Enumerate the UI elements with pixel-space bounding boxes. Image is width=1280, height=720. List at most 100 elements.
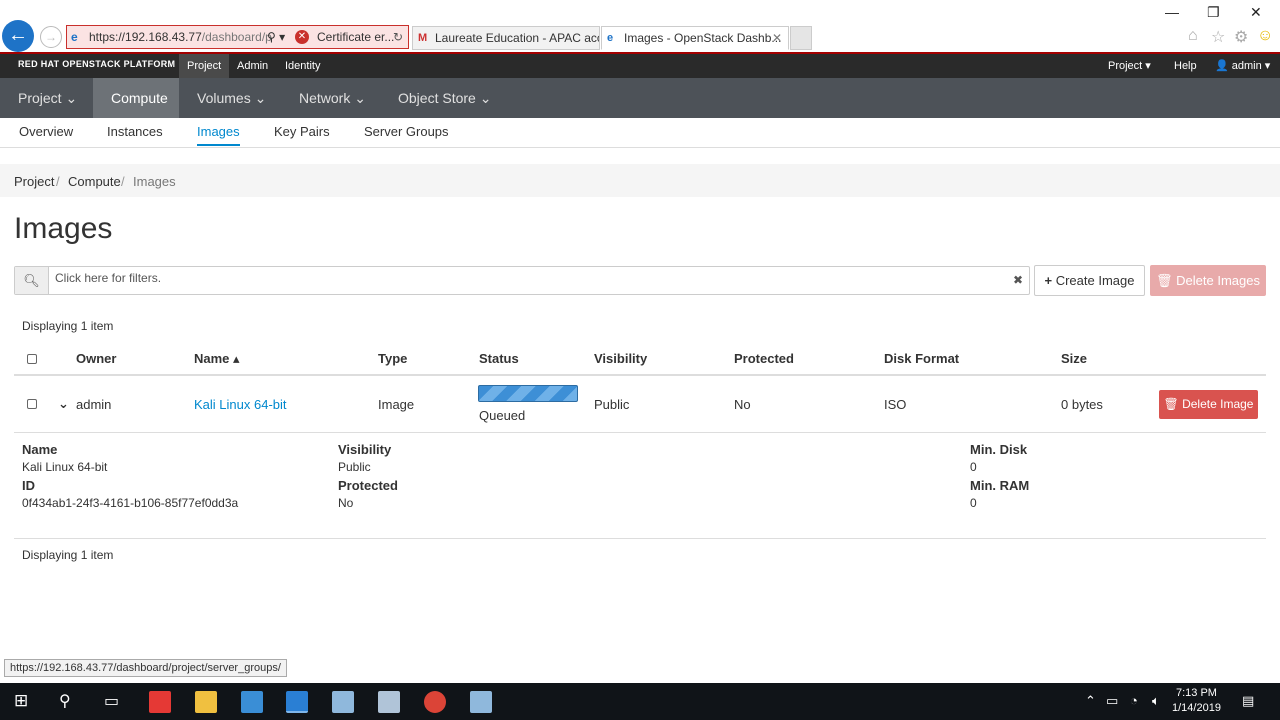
back-button-icon[interactable]: ← bbox=[2, 20, 34, 52]
refresh-icon[interactable]: ↻ bbox=[393, 26, 403, 48]
detail-protected-value: No bbox=[338, 496, 354, 510]
row-visibility: Public bbox=[594, 397, 630, 412]
tab-instances[interactable]: Instances bbox=[107, 124, 163, 139]
windows-start-icon[interactable]: ⊞ bbox=[14, 691, 28, 711]
smiley-feedback-icon[interactable]: ☺ bbox=[1257, 27, 1273, 45]
nav-object-store[interactable]: Object Store ⌄ bbox=[380, 78, 509, 118]
windows-taskbar: ⊞ ⚲ ▭ ⌃ ▭ ◔ 🔈︎ 7:13 PM 1/14/2019 ▤ bbox=[0, 683, 1280, 720]
nav-volumes[interactable]: Volumes ⌄ bbox=[179, 78, 284, 118]
row-type: Image bbox=[378, 397, 415, 412]
detail-visibility-label: Visibility bbox=[338, 442, 392, 457]
internet-explorer-icon[interactable] bbox=[286, 691, 308, 713]
table-row: ⌄ admin Kali Linux 64-bit Image Queued P… bbox=[14, 377, 1266, 433]
breadcrumb-compute[interactable]: Compute bbox=[68, 174, 121, 189]
app-folder-icon[interactable] bbox=[241, 691, 263, 713]
clock-date: 1/14/2019 bbox=[1172, 702, 1221, 714]
detail-id-value: 0f434ab1-24f3-4161-b106-85f77ef0dd3a bbox=[22, 496, 239, 510]
browser-tab-images[interactable]: e Images - OpenStack Dashb... ✕ bbox=[601, 26, 789, 50]
col-owner[interactable]: Owner bbox=[76, 351, 116, 366]
primary-nav: Project ⌄ Compute Volumes ⌄ Network ⌄ Ob… bbox=[0, 78, 1280, 118]
col-name[interactable]: Name ▴ bbox=[194, 351, 240, 367]
certificate-error-label[interactable]: Certificate er... bbox=[317, 26, 394, 48]
user-menu[interactable]: 👤 admin ▾ bbox=[1207, 54, 1278, 78]
item-count-footer: Displaying 1 item bbox=[22, 548, 114, 562]
tray-chevron-icon[interactable]: ⌃ bbox=[1085, 693, 1096, 709]
topnav-identity[interactable]: Identity bbox=[277, 54, 328, 78]
close-tab-icon[interactable]: ✕ bbox=[772, 27, 782, 49]
delete-image-button[interactable]: 🗑 Delete Image bbox=[1159, 390, 1258, 419]
breadcrumb-separator: / bbox=[56, 174, 60, 189]
row-name-link[interactable]: Kali Linux 64-bit bbox=[194, 397, 287, 412]
filter-input[interactable]: Click here for filters. bbox=[55, 267, 161, 294]
favorites-star-icon[interactable]: ☆ bbox=[1211, 27, 1225, 47]
browser-tab-gmail[interactable]: M Laureate Education - APAC acc... bbox=[412, 26, 600, 50]
row-size: 0 bytes bbox=[1061, 397, 1103, 412]
tab-server-groups[interactable]: Server Groups bbox=[364, 124, 449, 139]
project-dropdown[interactable]: Project ▾ bbox=[1100, 54, 1159, 78]
delete-images-button[interactable]: 🗑 Delete Images bbox=[1150, 265, 1266, 296]
brand-logo: RED HAT OPENSTACK PLATFORM bbox=[18, 59, 176, 69]
detail-min-ram-value: 0 bbox=[970, 496, 977, 510]
browser-status-bar: https://192.168.43.77/dashboard/project/… bbox=[4, 659, 287, 677]
nav-network[interactable]: Network ⌄ bbox=[281, 78, 384, 118]
close-window-icon[interactable]: ✕ bbox=[1250, 4, 1262, 21]
col-visibility[interactable]: Visibility bbox=[594, 351, 647, 366]
nav-project[interactable]: Project ⌄ bbox=[0, 78, 95, 118]
clear-filter-icon[interactable]: ✖ bbox=[1013, 273, 1023, 287]
wifi-icon[interactable]: ◔ bbox=[1130, 693, 1138, 708]
nav-compute[interactable]: Compute bbox=[93, 78, 179, 118]
row-detail-panel: Name Kali Linux 64-bit ID 0f434ab1-24f3-… bbox=[14, 433, 1266, 539]
detail-name-label: Name bbox=[22, 442, 58, 457]
topnav-project[interactable]: Project bbox=[179, 54, 230, 78]
settings-gear-icon[interactable]: ⚙ bbox=[1234, 27, 1248, 47]
notifications-icon[interactable]: ▤ bbox=[1242, 693, 1254, 709]
search-icon[interactable]: ⚲ bbox=[59, 691, 71, 711]
col-disk-format[interactable]: Disk Format bbox=[884, 351, 959, 366]
expand-chevron-icon[interactable]: ⌄ bbox=[58, 396, 69, 412]
home-icon[interactable]: ⌂ bbox=[1188, 27, 1198, 45]
address-bar[interactable]: e https://192.168.43.77/dashboard/p ⚲ ▾ … bbox=[66, 25, 409, 49]
topnav-admin[interactable]: Admin bbox=[229, 54, 276, 78]
url-text: https://192.168.43.77/dashboard/p bbox=[89, 30, 272, 44]
row-disk-format: ISO bbox=[884, 397, 907, 412]
filter-bar[interactable]: 🔍︎ Click here for filters. ✖ bbox=[14, 266, 1030, 295]
tab-title: Laureate Education - APAC acc... bbox=[435, 31, 600, 45]
search-icon[interactable]: ⚲ ▾ bbox=[267, 26, 285, 48]
detail-min-ram-label: Min. RAM bbox=[970, 478, 1030, 493]
table-header: Owner Name ▴ Type Status Visibility Prot… bbox=[14, 342, 1266, 376]
ie-tab-icon: e bbox=[607, 32, 614, 44]
restore-icon[interactable]: ❐ bbox=[1207, 4, 1220, 21]
minimize-icon[interactable]: — bbox=[1165, 4, 1179, 20]
col-status[interactable]: Status bbox=[479, 351, 519, 366]
col-protected[interactable]: Protected bbox=[734, 351, 794, 366]
certificate-error-icon[interactable]: ✕ bbox=[295, 30, 309, 44]
volume-icon[interactable]: 🔈︎ bbox=[1152, 693, 1160, 709]
status-progress-bar bbox=[478, 385, 578, 402]
row-protected: No bbox=[734, 397, 751, 412]
file-explorer-icon[interactable] bbox=[195, 691, 217, 713]
tab-images[interactable]: Images bbox=[197, 124, 240, 146]
task-view-icon[interactable]: ▭ bbox=[104, 691, 119, 711]
chrome-icon[interactable] bbox=[424, 691, 446, 713]
select-all-checkbox[interactable] bbox=[27, 354, 37, 364]
col-type[interactable]: Type bbox=[378, 351, 407, 366]
battery-icon[interactable]: ▭ bbox=[1106, 693, 1118, 709]
app-s-icon[interactable] bbox=[149, 691, 171, 713]
app-window-3-icon[interactable] bbox=[470, 691, 492, 713]
detail-protected-label: Protected bbox=[338, 478, 398, 493]
taskbar-clock[interactable]: 7:13 PM 1/14/2019 bbox=[1172, 686, 1221, 716]
search-icon: 🔍︎ bbox=[15, 267, 49, 294]
tab-key-pairs[interactable]: Key Pairs bbox=[274, 124, 330, 139]
browser-chrome: ← → e https://192.168.43.77/dashboard/p … bbox=[0, 0, 1280, 52]
create-image-button[interactable]: + Create Image bbox=[1034, 265, 1145, 296]
new-tab-button[interactable] bbox=[790, 26, 812, 50]
forward-button-icon[interactable]: → bbox=[40, 26, 62, 48]
breadcrumb-images: Images bbox=[133, 174, 176, 189]
app-window-icon[interactable] bbox=[332, 691, 354, 713]
tab-overview[interactable]: Overview bbox=[19, 124, 73, 139]
breadcrumb-project[interactable]: Project bbox=[14, 174, 54, 189]
app-window-2-icon[interactable] bbox=[378, 691, 400, 713]
help-link[interactable]: Help bbox=[1166, 54, 1205, 78]
row-checkbox[interactable] bbox=[27, 399, 37, 409]
col-size[interactable]: Size bbox=[1061, 351, 1087, 366]
